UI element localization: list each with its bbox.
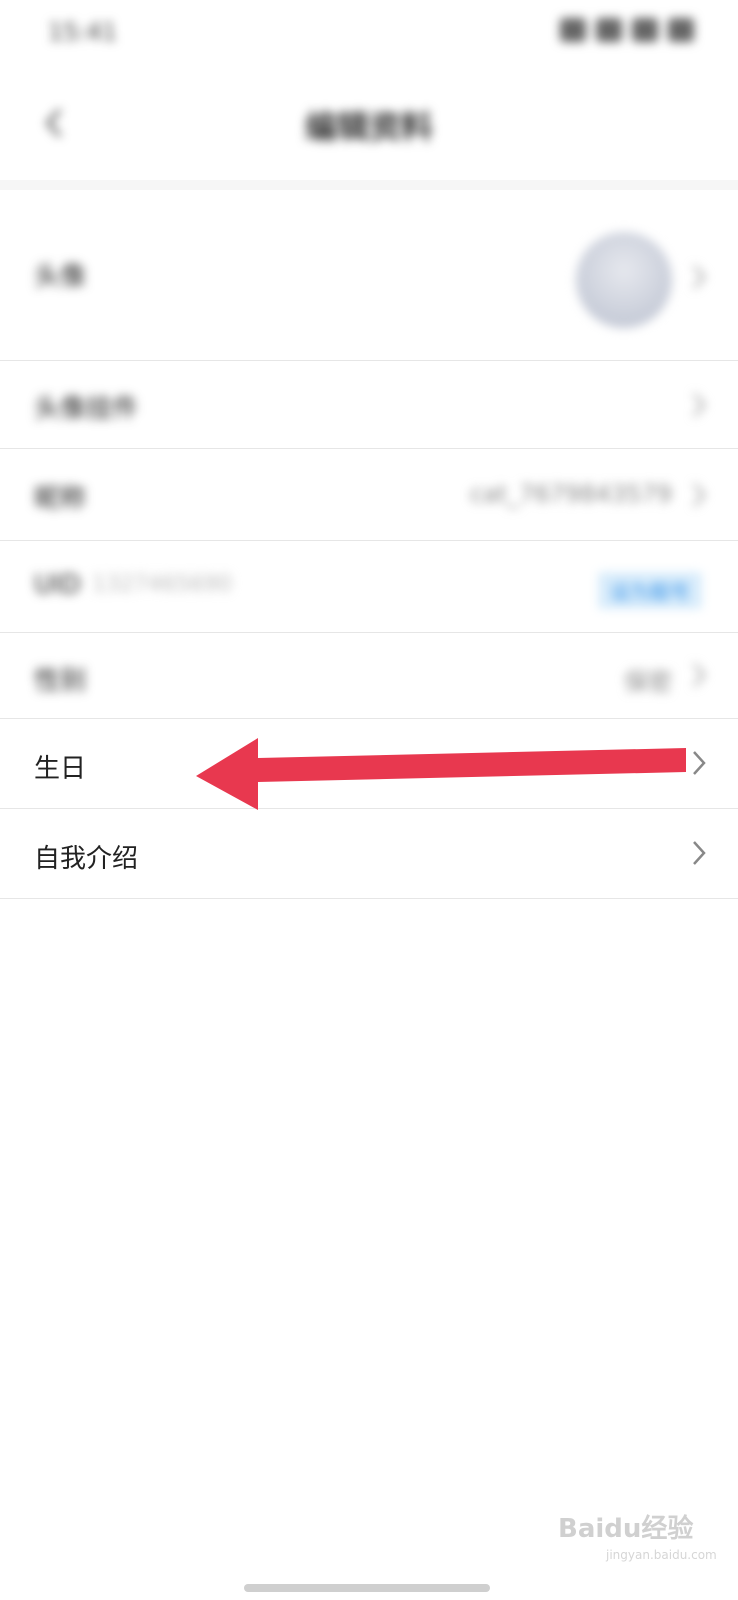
row-uid: UID 1327465690 设为靓号	[0, 542, 738, 633]
row-gender[interactable]: 性别 保密	[0, 634, 738, 719]
watermark-sub: jingyan.baidu.com	[606, 1548, 717, 1562]
row-nickname[interactable]: 昵称 cat_7679843579	[0, 450, 738, 541]
birthday-value: 1988-01-01	[532, 750, 672, 778]
chevron-right-icon	[693, 483, 706, 507]
row-birthday[interactable]: 生日 1988-01-01	[0, 720, 738, 809]
battery-icon	[668, 18, 694, 42]
uid-label: UID	[34, 570, 81, 600]
wifi-icon	[596, 18, 622, 42]
chevron-right-icon	[693, 393, 706, 417]
row-avatar-widget[interactable]: 头像挂件	[0, 362, 738, 449]
chevron-right-icon	[693, 663, 706, 687]
page-title: 编辑资料	[304, 108, 433, 146]
status-time: 15:41	[48, 18, 118, 46]
status-icons	[560, 18, 694, 42]
notification-icon	[632, 18, 658, 42]
uid-badge[interactable]: 设为靓号	[598, 572, 702, 609]
gender-value: 保密	[624, 668, 672, 696]
birthday-label: 生日	[34, 754, 87, 784]
chevron-right-icon	[693, 265, 706, 289]
avatar[interactable]	[576, 232, 672, 328]
gender-label: 性别	[34, 666, 87, 696]
row-avatar[interactable]: 头像	[0, 190, 738, 361]
avatar-label: 头像	[34, 262, 87, 292]
watermark: Baidu经验	[558, 1514, 694, 1544]
chevron-right-icon	[693, 751, 706, 775]
uid-value: 1327465690	[92, 572, 232, 597]
home-indicator[interactable]	[244, 1584, 490, 1592]
bio-label: 自我介绍	[34, 844, 139, 874]
avatar-widget-label: 头像挂件	[34, 394, 139, 424]
nickname-value: cat_7679843579	[469, 480, 672, 508]
nav-divider	[0, 180, 738, 190]
chevron-right-icon	[693, 841, 706, 865]
signal-icon	[560, 18, 586, 42]
row-bio[interactable]: 自我介绍	[0, 810, 738, 899]
nickname-label: 昵称	[34, 484, 87, 514]
status-bar: 15:41	[0, 0, 738, 66]
nav-bar: 编辑资料	[0, 66, 738, 182]
